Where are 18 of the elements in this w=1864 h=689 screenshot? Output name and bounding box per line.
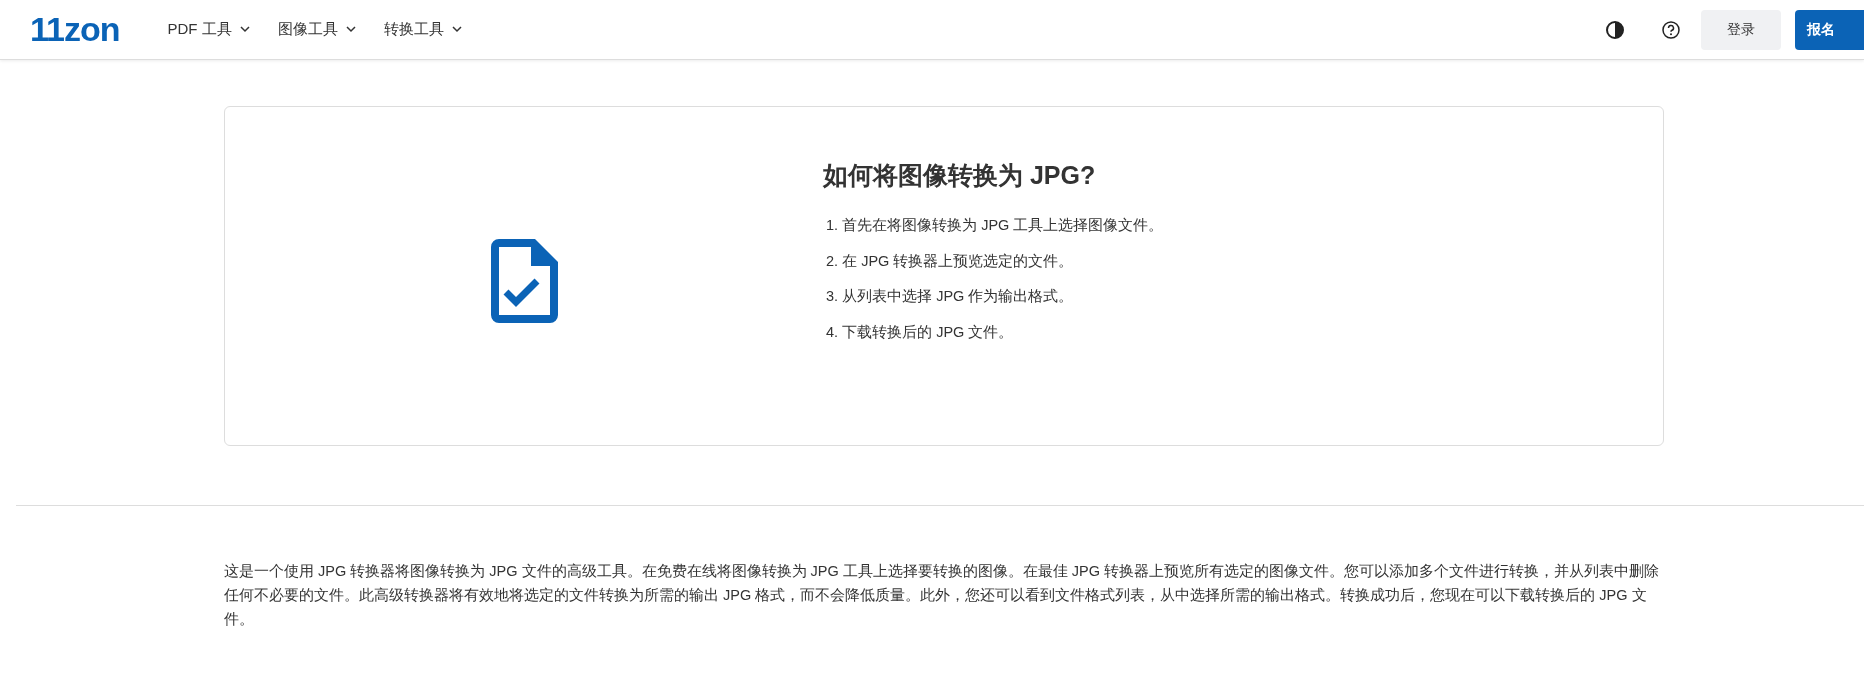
document-check-icon (490, 239, 558, 323)
chevron-down-icon (451, 26, 462, 33)
nav-menu[interactable]: 图像工具 (277, 20, 356, 39)
chevron-down-icon (239, 26, 250, 33)
contrast-icon[interactable] (1605, 19, 1625, 40)
section-heading: 如何将图像转换为 JPG? (823, 160, 1097, 191)
nav-menu[interactable]: PDF 工具 (167, 20, 250, 39)
nav-menu[interactable]: 转换工具 (383, 20, 462, 39)
step-text: 2. 在 JPG 转换器上预览选定的文件。 (826, 251, 1075, 271)
login-button[interactable]: 登录 (1701, 9, 1781, 50)
step-text: 3. 从列表中选择 JPG 作为输出格式。 (826, 287, 1075, 306)
chevron-down-icon (345, 26, 356, 33)
step-text: 4. 下载转换后的 JPG 文件。 (826, 322, 1015, 342)
logo[interactable]: 11zon (30, 10, 120, 49)
help-icon[interactable] (1661, 19, 1681, 40)
step-text: 1. 首先在将图像转换为 JPG 工具上选择图像文件。 (826, 216, 1164, 235)
description-paragraph: 这是一个使用 JPG 转换器将图像转换为 JPG 文件的高级工具。在免费在线将图像转换为 JPG 工具上选择要转换的图像。在最佳 JPG 转换器上预览所有选定的图像文件。您可以添加多个文件进行转换，并从列表中删除任何不必要的文件。此高级转换器将有效地将选定的文件转换为所需的输出 JPG 格式，而不会降低质量。此外，您还可以看到文件格式列表，从中选择所需的输出格式。转换成功后，您现在可以下载转换后的 JPG 文件。 (224, 562, 1661, 629)
signup-button[interactable]: 报名 (1795, 9, 1864, 50)
